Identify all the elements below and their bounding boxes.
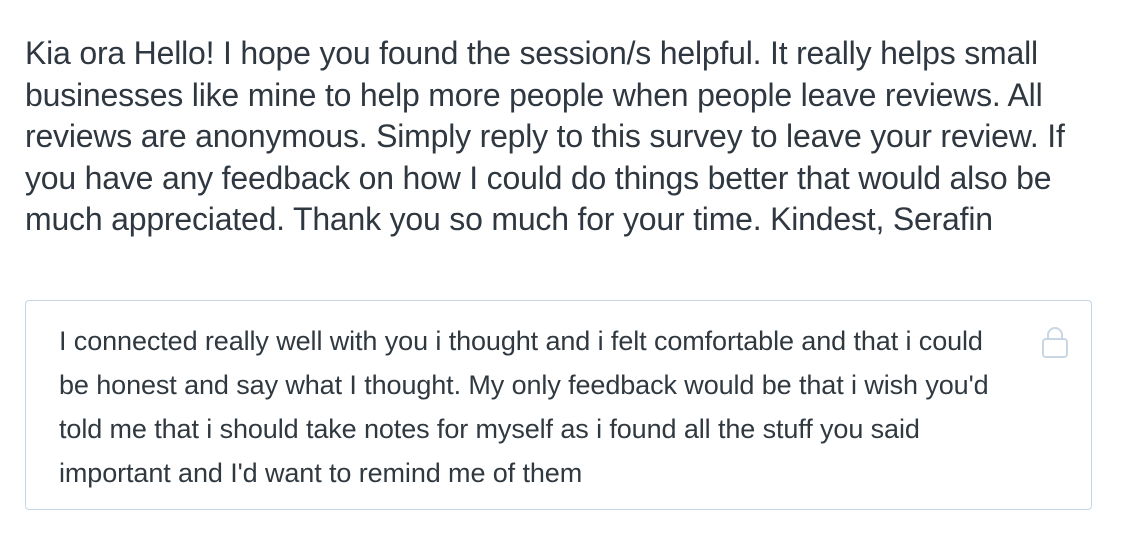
survey-question-block: Kia ora Hello! I hope you found the sess… (25, 33, 1105, 241)
survey-answer-box[interactable]: I connected really well with you i thoug… (25, 300, 1092, 510)
survey-answer-text: I connected really well with you i thoug… (59, 326, 989, 488)
survey-question-text: Kia ora Hello! I hope you found the sess… (25, 35, 1065, 237)
lock-icon (1041, 325, 1069, 359)
